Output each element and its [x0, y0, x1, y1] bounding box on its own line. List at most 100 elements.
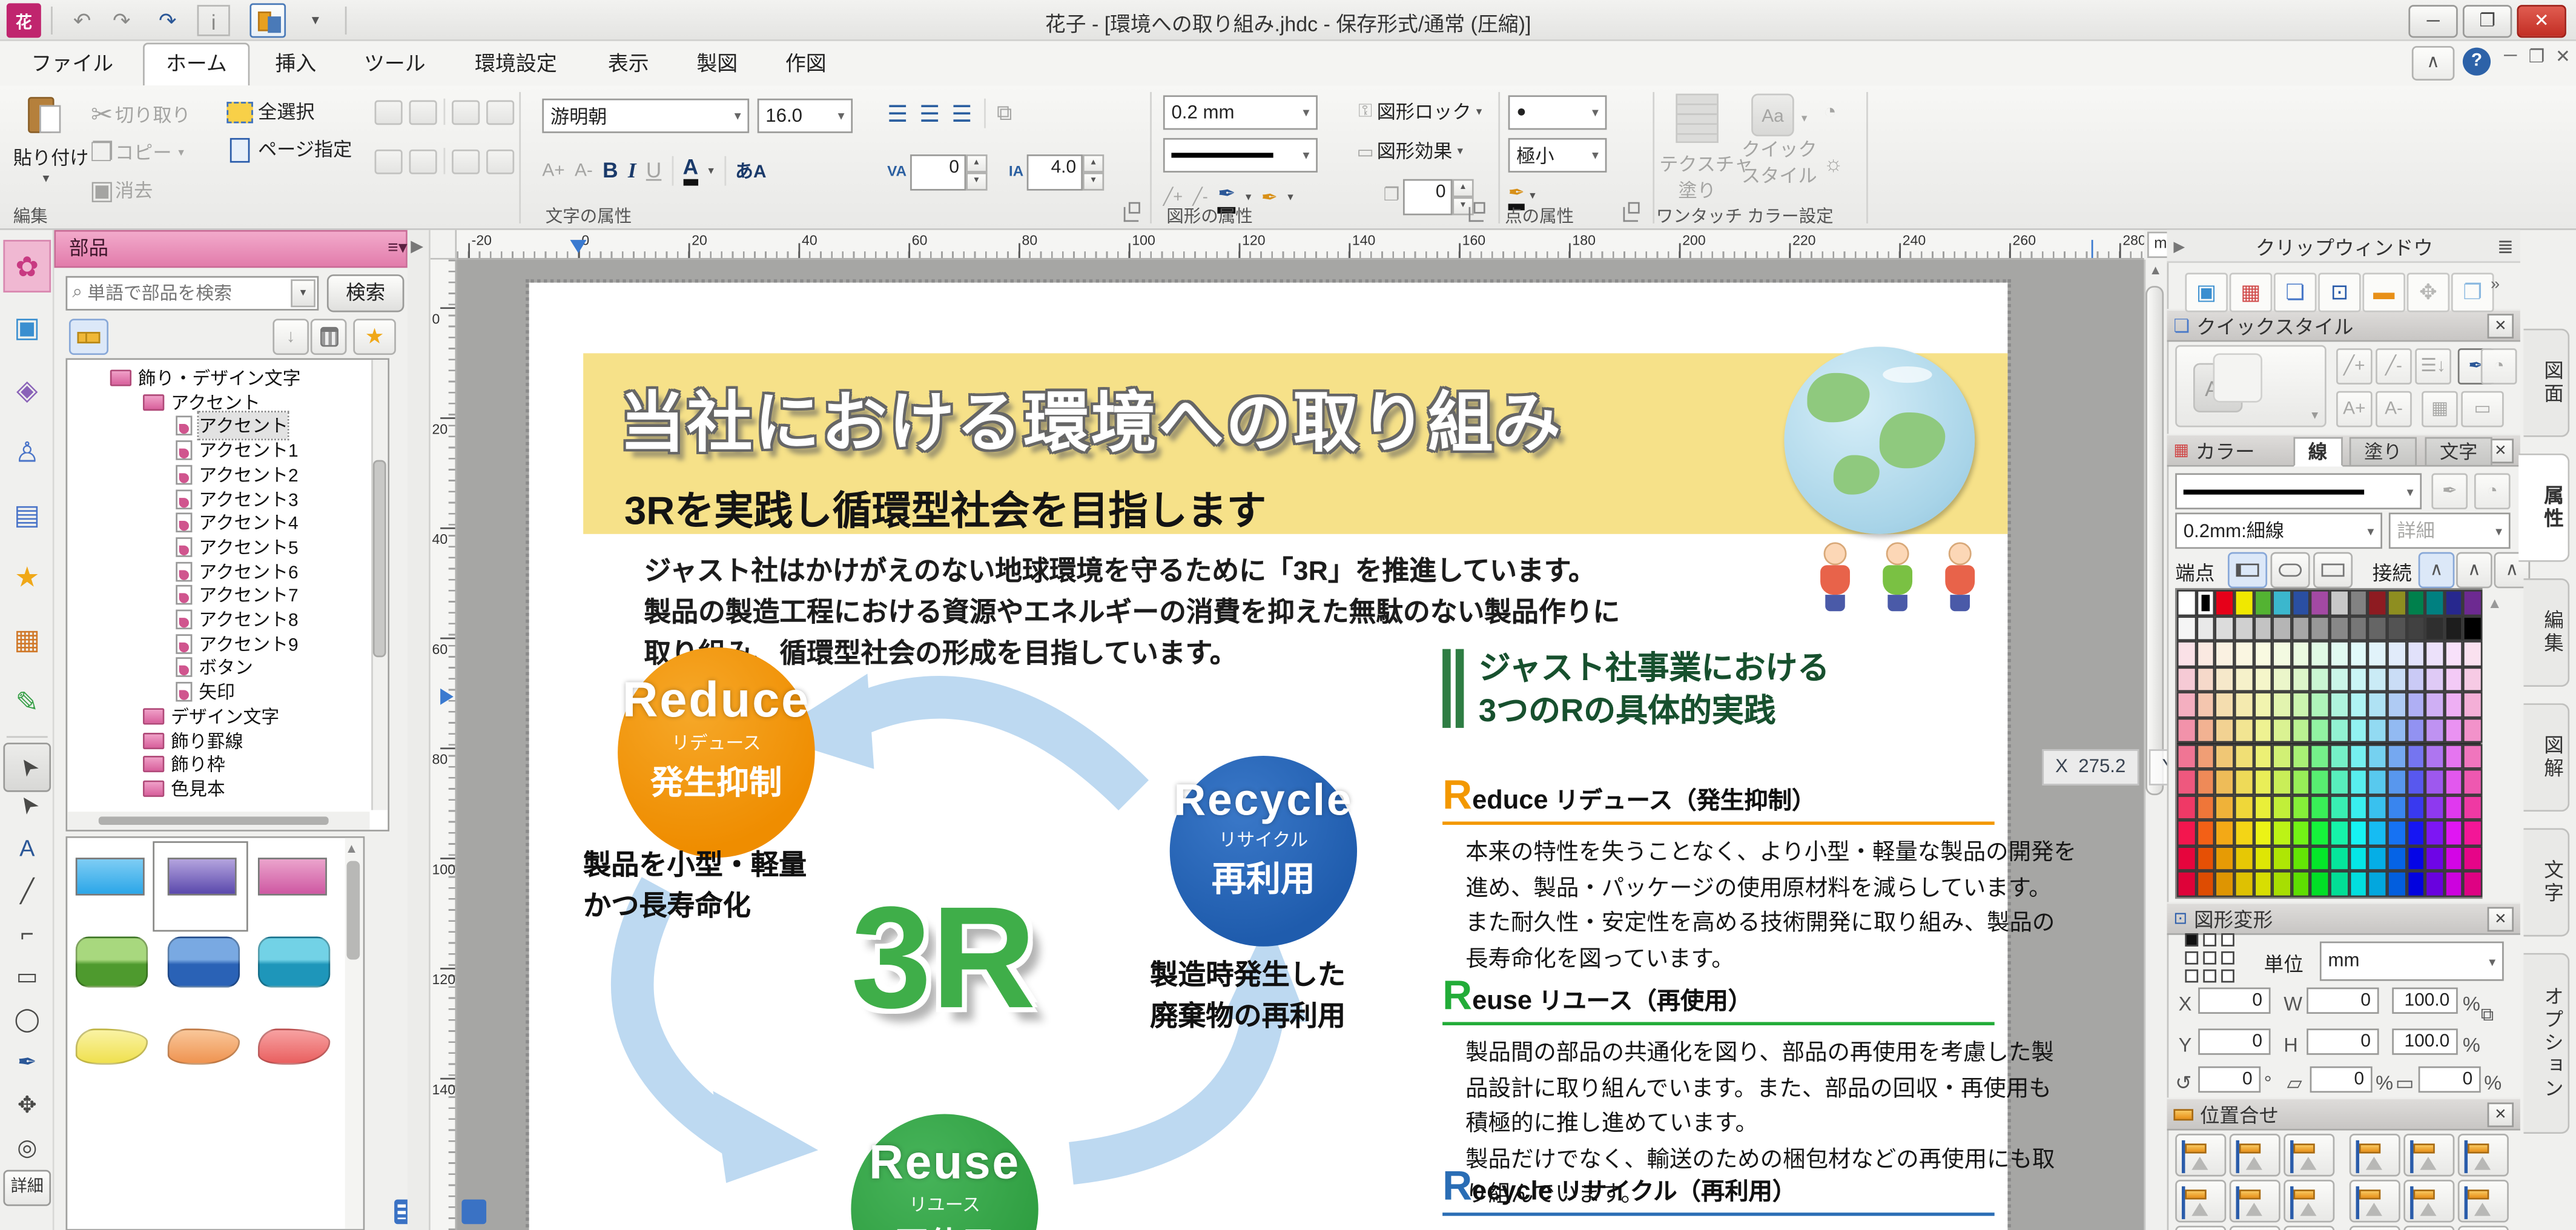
marker-pen-icon[interactable]: ✎	[3, 677, 51, 730]
align-center-icon[interactable]: ☰	[919, 99, 940, 127]
color-swatch[interactable]	[2387, 590, 2406, 615]
char-spacing-spinner[interactable]: VA 0 ▲▼	[887, 154, 987, 191]
color-swatch[interactable]	[2196, 744, 2215, 769]
color-swatch[interactable]	[2444, 769, 2463, 795]
color-swatch[interactable]	[2177, 641, 2196, 667]
color-swatch[interactable]	[2234, 795, 2253, 820]
favorites-star-icon[interactable]: ★	[3, 552, 51, 605]
color-swatch[interactable]	[2273, 795, 2292, 820]
color-swatch[interactable]	[2215, 795, 2234, 820]
menu-tab-製図[interactable]: 製図	[675, 44, 759, 85]
align-button-0-0[interactable]	[2175, 1134, 2226, 1177]
tree-item-アクセント6[interactable]: アクセント6	[67, 560, 388, 583]
color-swatch[interactable]	[2349, 692, 2368, 718]
color-swatch[interactable]	[2463, 615, 2483, 641]
align-button-0-4[interactable]	[2403, 1134, 2454, 1177]
shape-tool-icon[interactable]	[486, 99, 514, 124]
hanako-app-icon[interactable]: 花	[7, 3, 41, 38]
ellipse-tool[interactable]: ◯	[3, 999, 51, 1039]
point-color-dropdown-icon[interactable]: ▾	[1530, 189, 1536, 202]
color-swatch[interactable]	[2463, 692, 2483, 718]
anchor-grid[interactable]	[2185, 933, 2234, 982]
align-button-0-3[interactable]	[2350, 1134, 2400, 1177]
color-swatch[interactable]	[2444, 744, 2463, 769]
tree-item-矢印[interactable]: 矢印	[67, 680, 388, 703]
point-size-select[interactable]: 極小▾	[1508, 138, 1607, 173]
clip-pages-icon[interactable]: ❐	[2451, 273, 2494, 312]
underline-icon[interactable]: U	[646, 157, 661, 182]
qs-shape-dropdown-button[interactable]: ▭	[2461, 391, 2504, 428]
color-swatch[interactable]	[2368, 667, 2387, 692]
color-swatch[interactable]	[2406, 718, 2425, 743]
tree-scrollbar-thumb[interactable]	[373, 460, 386, 658]
color-swatch[interactable]	[2234, 667, 2253, 692]
shape-tool-icon[interactable]	[452, 149, 480, 174]
color-swatch[interactable]	[2196, 718, 2215, 743]
color-swatch[interactable]	[2463, 641, 2483, 667]
paste-button[interactable]: 貼り付け ▾	[13, 94, 79, 186]
fill-dropdown-icon[interactable]: ▾	[1287, 191, 1293, 204]
brightness-icon[interactable]: ☼	[1824, 151, 1843, 176]
select-tool[interactable]: ➤	[3, 742, 51, 792]
hand-tool[interactable]: ✥	[3, 1085, 51, 1124]
menu-tab-表示[interactable]: 表示	[587, 44, 670, 85]
color-swatch[interactable]	[2387, 769, 2406, 795]
sphere-effect-icon[interactable]: ◔	[1824, 99, 1837, 124]
color-swatch[interactable]	[2291, 641, 2311, 667]
shape-group-launcher-icon[interactable]	[1469, 207, 1484, 222]
color-swatch[interactable]	[2273, 769, 2292, 795]
color-swatch[interactable]	[2330, 590, 2349, 615]
color-swatch[interactable]	[2330, 769, 2349, 795]
color-swatch[interactable]	[2215, 615, 2234, 641]
repeat-icon[interactable]: ↷	[151, 5, 184, 36]
font-larger-icon[interactable]: A+	[542, 160, 564, 180]
tree-item-ボタン[interactable]: ボタン	[67, 656, 388, 679]
color-swatch[interactable]	[2330, 795, 2349, 820]
color-swatch[interactable]	[2196, 769, 2215, 795]
quick-style-close-icon[interactable]: ✕	[2488, 313, 2514, 338]
cut-button[interactable]: ✂切り取り	[89, 99, 191, 131]
tree-item-アクセント[interactable]: アクセント	[67, 415, 388, 438]
color-swatch[interactable]	[2215, 692, 2234, 718]
color-swatch[interactable]	[2463, 744, 2483, 769]
color-swatch[interactable]	[2253, 795, 2273, 820]
tree-item-アクセント4[interactable]: アクセント4	[67, 511, 388, 534]
color-swatch[interactable]	[2196, 846, 2215, 871]
color-swatch[interactable]	[2349, 615, 2368, 641]
color-tab-塗り[interactable]: 塗り	[2350, 437, 2417, 467]
color-swatch[interactable]	[2463, 769, 2483, 795]
color-swatch[interactable]	[2444, 821, 2463, 846]
line-tool[interactable]: ╱	[3, 871, 51, 910]
doc-minimize-icon[interactable]: ─	[2499, 46, 2522, 66]
color-swatch[interactable]	[2273, 846, 2292, 871]
panel-pen-button[interactable]: ✒	[2431, 473, 2468, 509]
color-swatch[interactable]	[2291, 590, 2311, 615]
add-favorite-star-icon[interactable]: ★	[353, 319, 396, 355]
color-swatch[interactable]	[2215, 590, 2234, 615]
skew-h-field[interactable]: 0	[2310, 1066, 2373, 1093]
shape-tool-icon[interactable]	[375, 99, 403, 124]
vertical-ruler[interactable]: 020406080100120140	[431, 260, 457, 1230]
color-swatch[interactable]	[2311, 821, 2330, 846]
color-swatch[interactable]	[2387, 846, 2406, 871]
color-swatch[interactable]	[2444, 615, 2463, 641]
color-swatch[interactable]	[2387, 744, 2406, 769]
color-swatch[interactable]	[2444, 718, 2463, 743]
color-swatch[interactable]	[2425, 615, 2445, 641]
color-swatch[interactable]	[2368, 718, 2387, 743]
endpoint-square-button[interactable]	[2313, 552, 2353, 589]
color-swatch[interactable]	[2196, 667, 2215, 692]
color-swatch[interactable]	[2349, 641, 2368, 667]
color-swatch[interactable]	[2425, 641, 2445, 667]
canvas-viewport[interactable]: 当社における環境への取り組み 3Rを実践し循環型社会を目指します ジャスト社はか…	[457, 260, 2144, 1230]
color-swatch[interactable]	[2406, 615, 2425, 641]
color-swatch[interactable]	[2425, 871, 2445, 897]
color-swatch[interactable]	[2444, 590, 2463, 615]
color-swatch[interactable]	[2253, 718, 2273, 743]
color-swatch[interactable]	[2253, 871, 2273, 897]
color-swatch[interactable]	[2273, 718, 2292, 743]
menu-tab-作図[interactable]: 作図	[764, 44, 848, 85]
align-button-1-4[interactable]	[2403, 1180, 2454, 1223]
color-swatch[interactable]	[2196, 692, 2215, 718]
tree-view-toggle-button[interactable]	[69, 319, 108, 355]
